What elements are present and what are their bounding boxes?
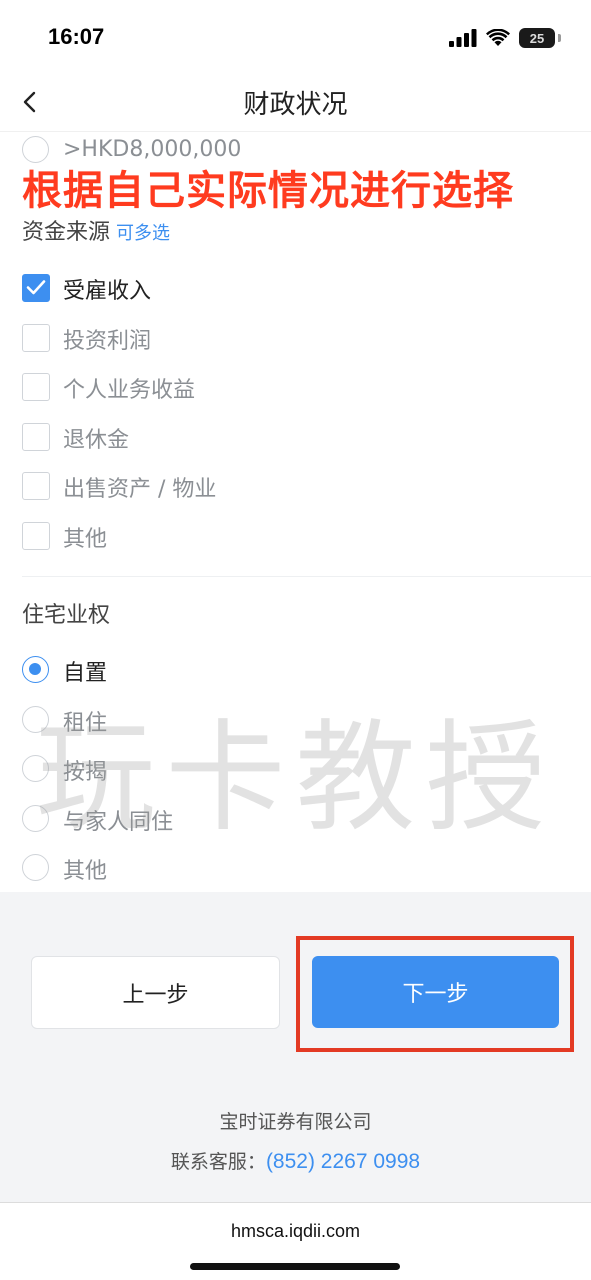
checkbox[interactable] bbox=[22, 522, 50, 550]
footer: 上一步 下一步 宝时证券有限公司 联系客服：(852) 2267 0998 bbox=[0, 892, 591, 1202]
radio-option-other[interactable]: 其他 bbox=[0, 846, 591, 890]
status-time: 16:07 bbox=[48, 24, 105, 49]
radio-button[interactable] bbox=[22, 755, 49, 782]
radio-button[interactable] bbox=[22, 805, 49, 832]
option-label: 与家人同住 bbox=[63, 810, 174, 835]
page-title: 财政状况 bbox=[243, 90, 348, 120]
option-label: 投资利润 bbox=[63, 329, 152, 354]
radio-option-rented[interactable]: 租住 bbox=[0, 698, 591, 742]
checkbox-option-asset-sale[interactable]: 出售资产 / 物业 bbox=[0, 464, 591, 508]
battery-cap bbox=[558, 34, 561, 42]
radio-option-family[interactable]: 与家人同住 bbox=[0, 797, 591, 841]
radio-button[interactable] bbox=[22, 854, 49, 881]
checkbox[interactable] bbox=[22, 423, 50, 451]
instruction-banner: 根据自己实际情况进行选择 bbox=[22, 168, 514, 214]
checkbox[interactable] bbox=[22, 472, 50, 500]
fund-source-label: 资金来源 bbox=[22, 220, 111, 245]
radio-button[interactable] bbox=[22, 656, 49, 683]
checkbox[interactable] bbox=[22, 373, 50, 401]
option-label: 受雇收入 bbox=[63, 279, 152, 304]
status-bar: 16:07 25 bbox=[0, 0, 591, 74]
browser-url-bar: hmsca.iqdii.com bbox=[0, 1202, 591, 1280]
battery-percent: 25 bbox=[529, 30, 545, 46]
checkbox-option-investment[interactable]: 投资利润 bbox=[0, 316, 591, 360]
checkbox-option-business[interactable]: 个人业务收益 bbox=[0, 365, 591, 409]
option-label: 按揭 bbox=[63, 760, 108, 785]
option-label: 其他 bbox=[63, 859, 108, 884]
option-label: 退休金 bbox=[63, 428, 130, 453]
radio-option-mortgage[interactable]: 按揭 bbox=[0, 747, 591, 791]
battery-icon: 25 bbox=[519, 28, 555, 48]
contact-phone-link[interactable]: (852) 2267 0998 bbox=[266, 1150, 420, 1173]
contact-label: 联系客服： bbox=[170, 1151, 266, 1173]
fund-source-title: 资金来源 可多选 bbox=[22, 214, 170, 246]
status-icons: 25 bbox=[449, 26, 561, 50]
checkbox-option-pension[interactable]: 退休金 bbox=[0, 415, 591, 459]
multi-select-hint: 可多选 bbox=[116, 223, 171, 244]
checkbox[interactable] bbox=[22, 324, 50, 352]
option-label: 个人业务收益 bbox=[63, 378, 196, 403]
option-label: 其他 bbox=[63, 527, 108, 552]
checkbox-option-employment[interactable]: 受雇收入 bbox=[0, 266, 591, 310]
radio-option-owned[interactable]: 自置 bbox=[0, 648, 591, 692]
option-label: 自置 bbox=[63, 661, 108, 686]
option-label: 租住 bbox=[63, 711, 108, 736]
section-divider bbox=[22, 576, 591, 577]
cellular-signal-icon bbox=[449, 29, 477, 47]
url-text[interactable]: hmsca.iqdii.com bbox=[0, 1221, 591, 1242]
checkbox-option-other[interactable]: 其他 bbox=[0, 514, 591, 558]
checkbox[interactable] bbox=[22, 274, 50, 302]
next-button[interactable]: 下一步 bbox=[312, 956, 559, 1028]
home-indicator[interactable] bbox=[190, 1263, 400, 1270]
company-name: 宝时证券有限公司 bbox=[219, 1111, 372, 1133]
contact-info: 联系客服：(852) 2267 0998 bbox=[0, 1147, 591, 1174]
checkmark-icon bbox=[26, 280, 46, 295]
form-content: >HKD8,000,000 资金来源 可多选 受雇收入 投资利润 个人业务收益 退… bbox=[0, 132, 591, 892]
option-label: 出售资产 / 物业 bbox=[63, 477, 217, 502]
nav-bar: 财政状况 bbox=[0, 74, 591, 132]
wifi-icon bbox=[486, 29, 510, 46]
radio-button[interactable] bbox=[22, 706, 49, 733]
residence-title: 住宅业权 bbox=[22, 603, 111, 628]
previous-button[interactable]: 上一步 bbox=[31, 956, 280, 1029]
